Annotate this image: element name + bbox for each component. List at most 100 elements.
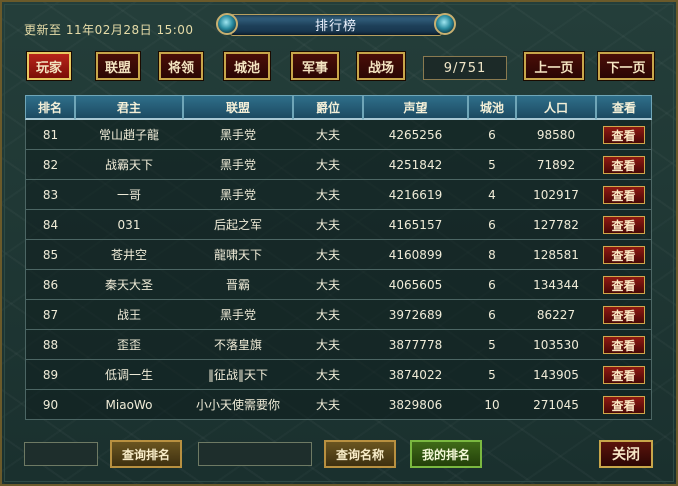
view-button[interactable]: 查看	[602, 215, 645, 234]
population-cell: 71892	[516, 150, 596, 180]
title-cell: 大夫	[293, 390, 363, 420]
title-cell: 大夫	[293, 180, 363, 210]
rank-cell: 90	[25, 390, 75, 420]
rank-cell: 88	[25, 330, 75, 360]
name-query-input[interactable]	[198, 442, 312, 466]
close-button[interactable]: 关闭	[599, 440, 653, 468]
prestige-cell: 4216619	[363, 180, 468, 210]
view-button[interactable]: 查看	[602, 275, 645, 294]
column-header-title: 爵位	[293, 95, 363, 120]
title-cell: 大夫	[293, 270, 363, 300]
lord-cell: 低调一生	[75, 360, 183, 390]
table-row: 90 MiaoWo 小小天使需要你 大夫 3829806 10 271045 查…	[25, 390, 652, 420]
gem-ornament-icon	[216, 13, 238, 35]
cities-cell: 10	[468, 390, 516, 420]
prestige-cell: 4251842	[363, 150, 468, 180]
table-row: 85 苍井空 龍啸天下 大夫 4160899 8 128581 查看	[25, 240, 652, 270]
my-rank-button[interactable]: 我的排名	[410, 440, 482, 468]
table-row: 82 战霸天下 黑手党 大夫 4251842 5 71892 查看	[25, 150, 652, 180]
table-row: 89 低调一生 ‖征战‖天下 大夫 3874022 5 143905 查看	[25, 360, 652, 390]
column-header-lord: 君主	[75, 95, 183, 120]
view-cell: 查看	[596, 180, 652, 210]
population-cell: 127782	[516, 210, 596, 240]
view-cell: 查看	[596, 210, 652, 240]
tab-generals[interactable]: 将领	[159, 52, 203, 80]
table-row: 88 歪歪 不落皇旗 大夫 3877778 5 103530 查看	[25, 330, 652, 360]
ranking-table: 排名 君主 联盟 爵位 声望 城池 人口 查看 81 常山趙子龍 黑手党 大夫 …	[25, 95, 652, 420]
tab-military[interactable]: 军事	[291, 52, 339, 80]
cities-cell: 6	[468, 270, 516, 300]
title-cell: 大夫	[293, 360, 363, 390]
cities-cell: 4	[468, 180, 516, 210]
tab-players[interactable]: 玩家	[27, 52, 71, 80]
view-cell: 查看	[596, 270, 652, 300]
view-cell: 查看	[596, 390, 652, 420]
title-cell: 大夫	[293, 150, 363, 180]
view-cell: 查看	[596, 330, 652, 360]
cities-cell: 6	[468, 210, 516, 240]
column-header-population: 人口	[516, 95, 596, 120]
alliance-cell: 不落皇旗	[183, 330, 293, 360]
window-title: 排行榜	[314, 18, 357, 34]
view-button[interactable]: 查看	[602, 245, 645, 264]
prestige-cell: 4160899	[363, 240, 468, 270]
population-cell: 103530	[516, 330, 596, 360]
prestige-cell: 3972689	[363, 300, 468, 330]
alliance-cell: 黑手党	[183, 120, 293, 150]
lord-cell: 秦天大圣	[75, 270, 183, 300]
title-cell: 大夫	[293, 240, 363, 270]
lord-cell: 一哥	[75, 180, 183, 210]
rank-query-input[interactable]	[24, 442, 98, 466]
view-button[interactable]: 查看	[602, 305, 645, 324]
prestige-cell: 3877778	[363, 330, 468, 360]
view-cell: 查看	[596, 360, 652, 390]
title-cell: 大夫	[293, 210, 363, 240]
rank-cell: 86	[25, 270, 75, 300]
query-name-button[interactable]: 查询名称	[324, 440, 396, 468]
column-header-prestige: 声望	[363, 95, 468, 120]
tab-cities[interactable]: 城池	[224, 52, 270, 80]
view-button[interactable]: 查看	[602, 365, 645, 384]
view-button[interactable]: 查看	[602, 395, 645, 414]
title-bar: 排行榜	[216, 11, 456, 37]
page-indicator: 9/751	[423, 56, 507, 80]
table-row: 83 一哥 黑手党 大夫 4216619 4 102917 查看	[25, 180, 652, 210]
view-button[interactable]: 查看	[602, 125, 645, 144]
prestige-cell: 4065605	[363, 270, 468, 300]
population-cell: 86227	[516, 300, 596, 330]
rank-cell: 87	[25, 300, 75, 330]
alliance-cell: 后起之军	[183, 210, 293, 240]
lord-cell: 战王	[75, 300, 183, 330]
cities-cell: 8	[468, 240, 516, 270]
cities-cell: 6	[468, 120, 516, 150]
view-button[interactable]: 查看	[602, 335, 645, 354]
table-row: 87 战王 黑手党 大夫 3972689 6 86227 查看	[25, 300, 652, 330]
population-cell: 143905	[516, 360, 596, 390]
prev-page-button[interactable]: 上一页	[524, 52, 584, 80]
query-rank-button[interactable]: 查询排名	[110, 440, 182, 468]
prestige-cell: 3829806	[363, 390, 468, 420]
column-header-cities: 城池	[468, 95, 516, 120]
title-cell: 大夫	[293, 300, 363, 330]
view-button[interactable]: 查看	[602, 185, 645, 204]
population-cell: 271045	[516, 390, 596, 420]
gem-ornament-icon	[434, 13, 456, 35]
rank-cell: 83	[25, 180, 75, 210]
view-cell: 查看	[596, 300, 652, 330]
alliance-cell: 龍啸天下	[183, 240, 293, 270]
view-button[interactable]: 查看	[602, 155, 645, 174]
lord-cell: 031	[75, 210, 183, 240]
tab-alliances[interactable]: 联盟	[96, 52, 140, 80]
table-row: 84 031 后起之军 大夫 4165157 6 127782 查看	[25, 210, 652, 240]
rank-cell: 84	[25, 210, 75, 240]
rank-cell: 85	[25, 240, 75, 270]
alliance-cell: ‖征战‖天下	[183, 360, 293, 390]
cities-cell: 5	[468, 330, 516, 360]
prestige-cell: 4165157	[363, 210, 468, 240]
table-row: 86 秦天大圣 晋霸 大夫 4065605 6 134344 查看	[25, 270, 652, 300]
table-row: 81 常山趙子龍 黑手党 大夫 4265256 6 98580 查看	[25, 120, 652, 150]
cities-cell: 6	[468, 300, 516, 330]
tab-battlefield[interactable]: 战场	[357, 52, 405, 80]
population-cell: 102917	[516, 180, 596, 210]
next-page-button[interactable]: 下一页	[598, 52, 654, 80]
